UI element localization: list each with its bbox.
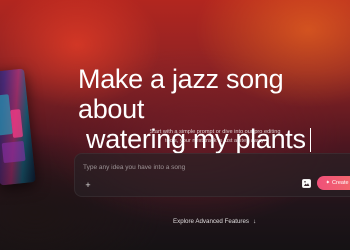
sparkle-icon: ✦ xyxy=(325,180,331,186)
create-button[interactable]: ✦ Create xyxy=(317,176,350,190)
hero-subtitle: Start with a simple prompt or dive into … xyxy=(140,128,290,146)
plus-icon: + xyxy=(85,180,91,190)
explore-label: Explore Advanced Features xyxy=(173,218,250,225)
image-icon xyxy=(302,179,311,188)
create-button-label: Create xyxy=(332,180,349,186)
subtitle-line-1: Start with a simple prompt or dive into … xyxy=(149,129,281,135)
prompt-input[interactable] xyxy=(83,160,303,174)
headline-line-1: Make a jazz song about xyxy=(78,64,284,124)
image-button[interactable] xyxy=(302,179,311,188)
arrow-down-icon: ↓ xyxy=(253,218,257,225)
prompt-box: + ✦ Create xyxy=(74,153,350,197)
text-caret xyxy=(309,128,312,152)
explore-advanced-link[interactable]: Explore Advanced Features ↓ xyxy=(173,218,256,225)
subtitle-line-2: tools, your next track is just a step aw… xyxy=(164,138,265,144)
add-button[interactable]: + xyxy=(83,180,93,190)
